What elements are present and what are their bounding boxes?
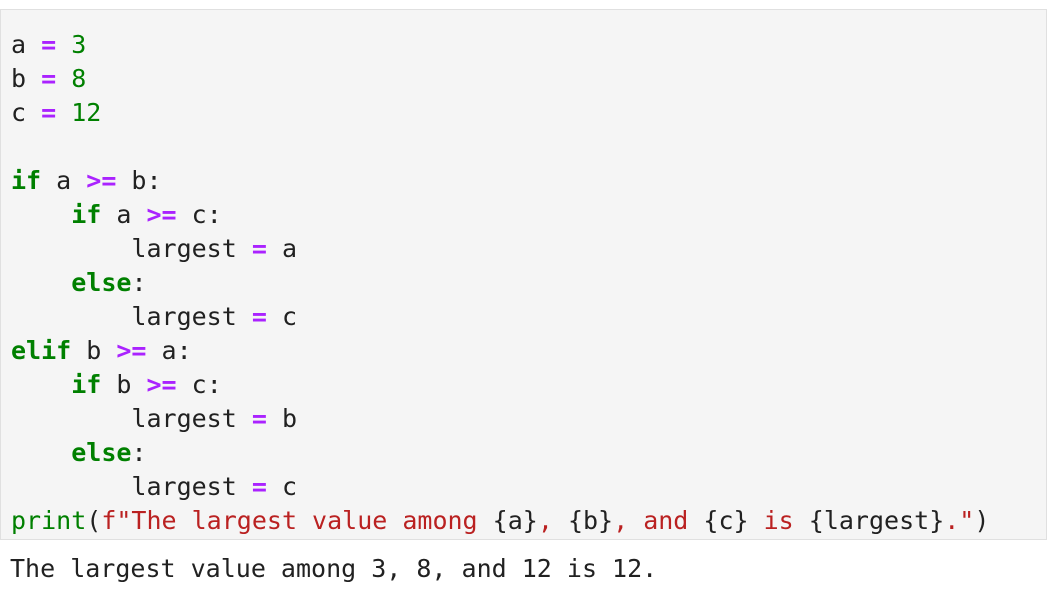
code-token: = [251,472,267,501]
code-line: a = 3 [11,28,989,62]
code-token: largest [11,404,252,433]
code-token: b [266,404,297,433]
code-token: = [41,64,57,93]
code-line: largest = a [11,232,989,266]
code-token: if [11,166,42,195]
code-token: : [131,268,147,297]
code-token: {c} [703,506,749,535]
code-token: 3 [71,30,87,59]
code-line: else: [11,436,989,470]
code-token: elif [11,336,72,365]
code-token: >= [146,370,177,399]
code-line: else: [11,266,989,300]
code-token: a [11,30,42,59]
code-token: c [11,98,42,127]
code-token: f"The largest value among [101,506,493,535]
code-token: b [71,336,117,365]
code-token: a [41,166,87,195]
code-token: ) [974,506,990,535]
code-line: if a >= b: [11,164,989,198]
code-token: {a} [492,506,538,535]
code-editor[interactable]: a = 3b = 8c = 12 if a >= b: if a >= c: l… [11,28,989,538]
code-token: if [71,200,102,229]
code-token: b: [116,166,162,195]
code-token: largest [11,472,252,501]
code-token: = [41,98,57,127]
code-line: largest = c [11,300,989,334]
code-line: largest = c [11,470,989,504]
code-token: = [251,404,267,433]
code-token: c [266,472,297,501]
code-line: print(f"The largest value among {a}, {b}… [11,504,989,538]
code-token: ( [86,506,102,535]
code-token: , [537,506,568,535]
code-token: c [266,302,297,331]
code-token: {largest} [808,506,945,535]
code-token: c: [176,200,222,229]
code-token: : [131,438,147,467]
code-token: print [11,506,87,535]
code-line: b = 8 [11,62,989,96]
code-token: largest [11,234,252,263]
code-line: largest = b [11,402,989,436]
code-token: = [41,30,57,59]
code-token: >= [146,200,177,229]
code-line: if b >= c: [11,368,989,402]
code-token: , and [613,506,704,535]
code-token: largest [11,302,252,331]
code-token: a [101,200,147,229]
code-token: c: [176,370,222,399]
code-token: b [101,370,147,399]
code-line: c = 12 [11,96,989,130]
cell-output: The largest value among 3, 8, and 12 is … [10,554,658,583]
code-token: 8 [71,64,87,93]
code-token: >= [116,336,147,365]
code-token: a: [146,336,192,365]
code-token: {b} [567,506,614,535]
code-cell[interactable]: a = 3b = 8c = 12 if a >= b: if a >= c: l… [0,9,1047,540]
code-token: a [266,234,297,263]
code-token: is [748,506,809,535]
code-token: >= [86,166,117,195]
code-token: ." [944,506,975,535]
code-token: = [251,302,267,331]
code-token: if [71,370,102,399]
code-line: if a >= c: [11,198,989,232]
code-line: elif b >= a: [11,334,989,368]
code-token: 12 [71,98,102,127]
code-token: else [71,268,132,297]
code-token: b [11,64,42,93]
code-token: = [251,234,267,263]
code-token: else [71,438,132,467]
